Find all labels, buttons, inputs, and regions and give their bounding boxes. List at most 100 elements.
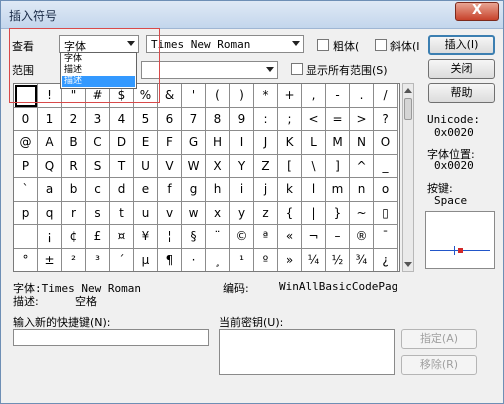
symbol-cell[interactable]: 4 <box>110 107 134 131</box>
symbol-cell[interactable]: ¦ <box>158 225 182 249</box>
symbol-cell[interactable]: D <box>110 131 134 155</box>
bold-checkbox[interactable] <box>317 39 329 51</box>
symbol-cell[interactable]: ? <box>374 107 398 131</box>
symbol-cell[interactable]: ) <box>230 84 254 108</box>
symbol-cell[interactable]: · <box>182 248 206 271</box>
symbol-cell[interactable]: ¤ <box>110 225 134 249</box>
symbol-cell[interactable]: « <box>278 225 302 249</box>
symbol-cell[interactable]: = <box>326 107 350 131</box>
symbol-cell[interactable]: 2 <box>62 107 86 131</box>
symbol-cell[interactable]: % <box>134 84 158 108</box>
new-shortcut-input[interactable] <box>13 329 209 346</box>
symbol-cell[interactable]: < <box>302 107 326 131</box>
symbol-cell[interactable]: r <box>62 201 86 225</box>
symbol-cell[interactable]: ^ <box>350 154 374 178</box>
symbol-cell[interactable]: s <box>86 201 110 225</box>
symbol-cell[interactable]: 6 <box>158 107 182 131</box>
dropdown-option[interactable]: 描述 <box>62 65 135 76</box>
symbol-cell[interactable]: X <box>206 154 230 178</box>
symbol-cell[interactable]: Q <box>38 154 62 178</box>
symbol-cell[interactable]: ª <box>254 225 278 249</box>
symbol-cell[interactable]: p <box>14 201 38 225</box>
font-select[interactable]: Times New Roman <box>146 35 304 53</box>
symbol-cell[interactable]: ▯ <box>374 201 398 225</box>
symbol-cell[interactable]: ¸ <box>206 248 230 271</box>
symbol-cell[interactable]: ¹ <box>230 248 254 271</box>
symbol-cell[interactable]: } <box>326 201 350 225</box>
symbol-cell[interactable]: g <box>182 178 206 202</box>
symbol-cell[interactable]: ¡ <box>38 225 62 249</box>
scroll-up-icon[interactable] <box>404 88 412 93</box>
symbol-cell[interactable]: µ <box>134 248 158 271</box>
symbol-cell[interactable]: * <box>254 84 278 108</box>
symbol-cell[interactable]: v <box>158 201 182 225</box>
symbol-cell[interactable]: ¥ <box>134 225 158 249</box>
symbol-cell[interactable]: q <box>38 201 62 225</box>
grid-scrollbar[interactable] <box>402 83 414 272</box>
symbol-cell[interactable]: T <box>110 154 134 178</box>
symbol-cell[interactable]: ¯ <box>374 225 398 249</box>
symbol-cell[interactable]: R <box>62 154 86 178</box>
symbol-cell[interactable] <box>14 225 38 249</box>
scroll-down-icon[interactable] <box>404 262 412 267</box>
symbol-cell[interactable]: 5 <box>134 107 158 131</box>
symbol-cell[interactable]: – <box>326 225 350 249</box>
symbol-cell[interactable]: L <box>302 131 326 155</box>
symbol-cell[interactable]: n <box>350 178 374 202</box>
symbol-cell[interactable]: a <box>38 178 62 202</box>
symbol-cell[interactable]: i <box>230 178 254 202</box>
symbol-cell[interactable]: h <box>206 178 230 202</box>
symbol-cell[interactable]: » <box>278 248 302 271</box>
symbol-cell[interactable]: ( <box>206 84 230 108</box>
symbol-cell[interactable]: k <box>278 178 302 202</box>
symbol-cell[interactable]: - <box>326 84 350 108</box>
symbol-cell[interactable]: 8 <box>206 107 230 131</box>
symbol-cell[interactable]: ³ <box>86 248 110 271</box>
symbol-cell[interactable]: ° <box>14 248 38 271</box>
symbol-cell[interactable]: Y <box>230 154 254 178</box>
symbol-cell[interactable]: G <box>182 131 206 155</box>
insert-button[interactable]: 插入(I) <box>428 35 495 55</box>
symbol-cell[interactable]: [ <box>278 154 302 178</box>
symbol-cell[interactable]: ¬ <box>302 225 326 249</box>
symbol-cell[interactable]: f <box>158 178 182 202</box>
symbol-cell[interactable]: 1 <box>38 107 62 131</box>
symbol-cell[interactable]: © <box>230 225 254 249</box>
symbol-cell[interactable]: / <box>374 84 398 108</box>
symbol-cell[interactable]: J <box>254 131 278 155</box>
symbol-cell[interactable]: E <box>134 131 158 155</box>
symbol-cell[interactable]: : <box>254 107 278 131</box>
symbol-cell[interactable]: ¼ <box>302 248 326 271</box>
symbol-cell[interactable]: I <box>230 131 254 155</box>
symbol-cell[interactable]: e <box>134 178 158 202</box>
symbol-cell[interactable]: 0 <box>14 107 38 131</box>
italic-checkbox[interactable] <box>375 39 387 51</box>
symbol-cell[interactable]: V <box>158 154 182 178</box>
symbol-cell[interactable]: c <box>86 178 110 202</box>
show-all-ranges-checkbox[interactable] <box>291 63 303 75</box>
symbol-cell[interactable] <box>14 84 38 108</box>
symbol-cell[interactable]: _ <box>374 154 398 178</box>
symbol-cell[interactable]: O <box>374 131 398 155</box>
symbol-cell[interactable]: { <box>278 201 302 225</box>
close-button[interactable]: 关闭 <box>428 59 495 79</box>
symbol-cell[interactable]: F <box>158 131 182 155</box>
symbol-cell[interactable]: j <box>254 178 278 202</box>
symbol-cell[interactable]: & <box>158 84 182 108</box>
symbol-cell[interactable]: y <box>230 201 254 225</box>
dropdown-option[interactable]: 字体 <box>62 54 135 65</box>
symbol-cell[interactable]: º <box>254 248 278 271</box>
symbol-cell[interactable]: o <box>374 178 398 202</box>
symbol-cell[interactable]: > <box>350 107 374 131</box>
symbol-cell[interactable]: B <box>62 131 86 155</box>
symbol-cell[interactable]: @ <box>14 131 38 155</box>
symbol-cell[interactable]: 3 <box>86 107 110 131</box>
symbol-cell[interactable]: ½ <box>326 248 350 271</box>
range-select[interactable] <box>141 61 278 79</box>
symbol-cell[interactable]: N <box>350 131 374 155</box>
symbol-cell[interactable]: t <box>110 201 134 225</box>
symbol-cell[interactable]: z <box>254 201 278 225</box>
symbol-cell[interactable]: d <box>110 178 134 202</box>
symbol-cell[interactable]: ~ <box>350 201 374 225</box>
symbol-cell[interactable]: ' <box>182 84 206 108</box>
